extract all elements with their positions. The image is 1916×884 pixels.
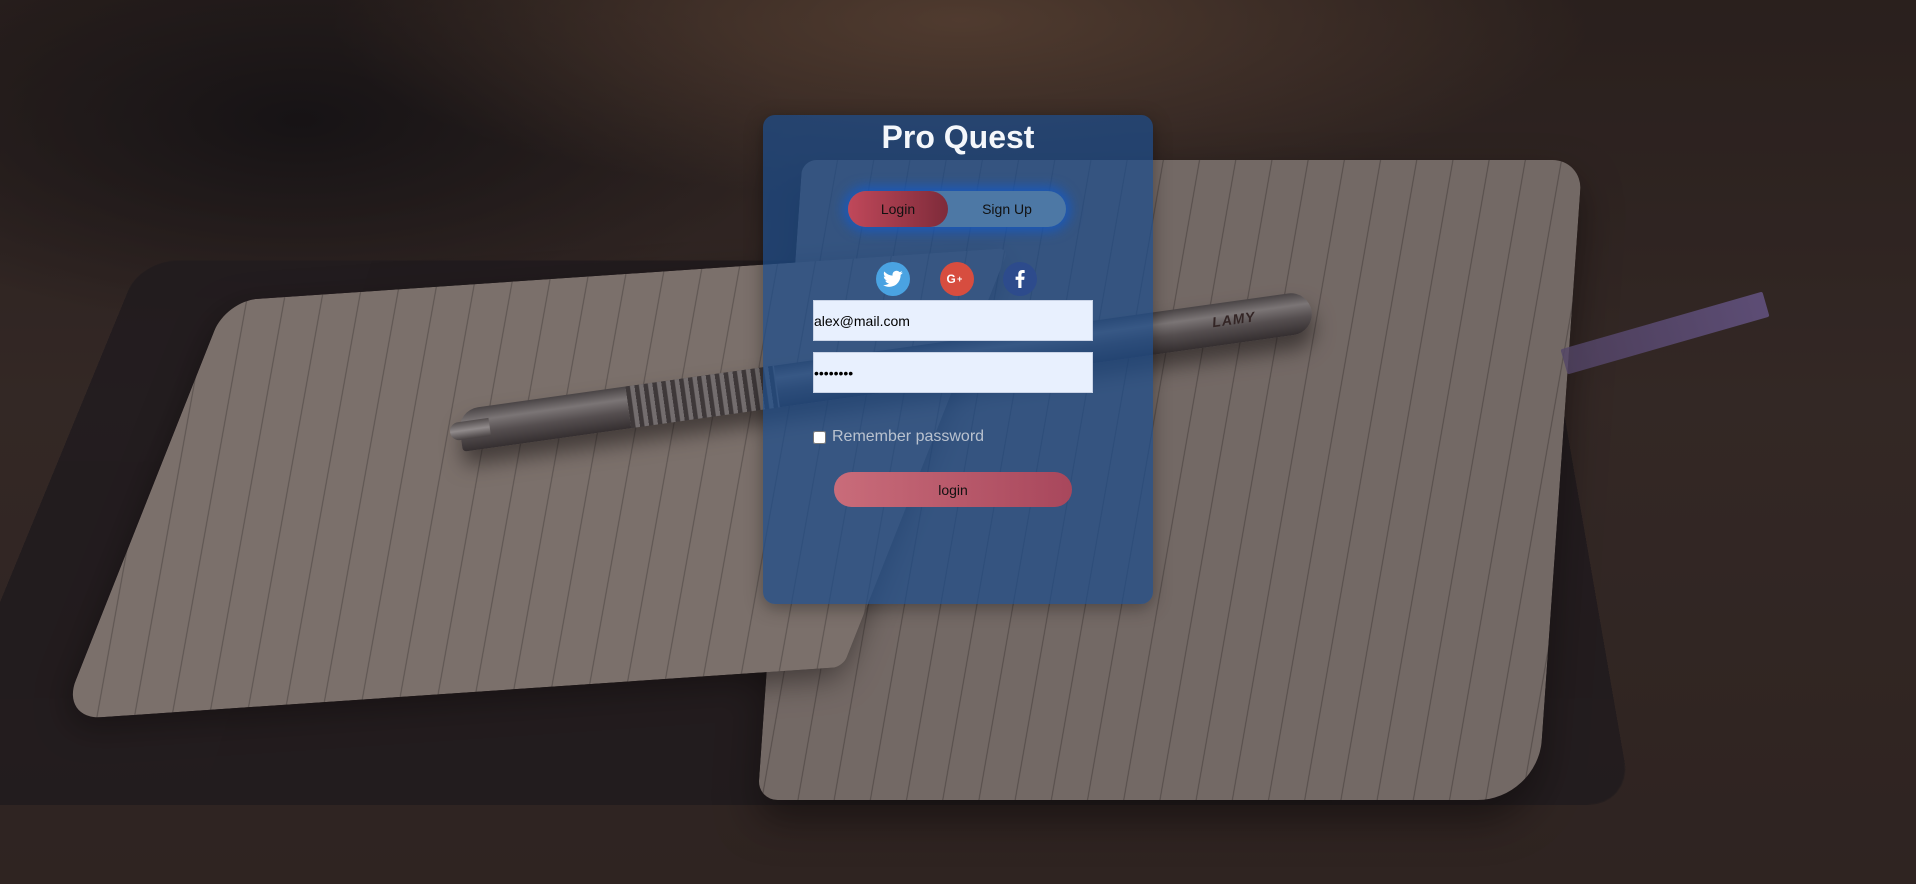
twitter-login-button[interactable]: [876, 262, 910, 296]
remember-password-row: Remember password: [813, 427, 984, 447]
auth-mode-toggle: Login Sign Up: [848, 191, 1066, 227]
password-field[interactable]: [813, 352, 1093, 393]
login-card: Pro Quest Login Sign Up G + Remember pas…: [763, 115, 1153, 604]
signup-tab-button[interactable]: Sign Up: [948, 191, 1066, 227]
svg-text:G: G: [947, 272, 956, 286]
email-field[interactable]: [813, 300, 1093, 341]
facebook-icon: [1015, 270, 1025, 288]
twitter-icon: [883, 270, 903, 287]
remember-password-checkbox[interactable]: [813, 430, 826, 444]
remember-password-label: Remember password: [832, 428, 985, 445]
facebook-login-button[interactable]: [1003, 262, 1037, 296]
login-submit-button[interactable]: login: [834, 472, 1072, 507]
google-login-button[interactable]: G +: [940, 262, 974, 296]
svg-text:+: +: [957, 274, 962, 284]
app-title: Pro Quest: [881, 119, 1035, 155]
google-plus-icon: G +: [947, 272, 963, 286]
login-tab-button[interactable]: Login: [848, 191, 948, 227]
